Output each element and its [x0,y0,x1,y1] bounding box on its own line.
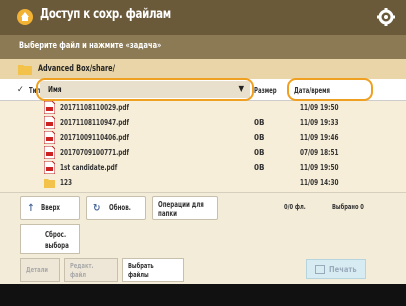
file-size: 0B [254,118,265,127]
folder-date: 11/09 14:30 [300,178,339,187]
file-toolbar: ↑ Вверх ↻ Обнов. Операции для папки 0/0 … [0,192,406,222]
printer-icon [315,265,325,274]
size-column-header[interactable]: Размер [254,86,277,95]
folder-icon [44,179,55,188]
pdf-file-icon [44,146,55,159]
current-path: Advanced Box/share/ [38,64,115,74]
instruction-text: Выберите файл и нажмите «задача» [19,41,162,51]
pdf-file-icon [44,101,55,114]
file-date: 07/09 18:51 [300,148,339,157]
refresh-icon: ↻ [93,203,101,214]
file-row[interactable]: 20171009110406.pdf 0B 11/09 19:46 [44,130,364,146]
up-button[interactable]: ↑ Вверх [20,196,80,220]
reset-selection-button[interactable]: Сброс. выбора [20,224,80,254]
file-size: 0B [254,163,265,172]
file-row[interactable]: 20171108110029.pdf 11/09 19:50 [44,100,364,116]
file-name: 1st candidate.pdf [60,163,118,172]
status-footer [0,284,406,306]
select-files-button[interactable]: Выбрать файлы [122,258,184,282]
file-row[interactable]: 1st candidate.pdf 0B 11/09 19:50 [44,160,364,176]
file-size: 0B [254,148,265,157]
file-date: 11/09 19:50 [300,103,339,112]
file-size: 0B [254,133,265,142]
file-date: 11/09 19:50 [300,163,339,172]
arrow-up-icon: ↑ [27,203,35,214]
check-column-icon: ✓ [17,85,24,95]
file-name: 20171108110029.pdf [60,103,130,112]
pdf-file-icon [44,161,55,174]
file-row[interactable]: 20171108110947.pdf 0B 11/09 19:33 [44,115,364,131]
path-bar: Advanced Box/share/ [0,59,406,79]
folder-name: 123 [60,178,73,187]
refresh-button[interactable]: ↻ Обнов. [86,196,146,220]
details-button[interactable]: Детали [20,258,60,282]
edit-file-button[interactable]: Редакт. файл [64,258,118,282]
file-date: 11/09 19:33 [300,118,339,127]
file-name: 20171108110947.pdf [60,118,130,127]
file-name: 20171009110406.pdf [60,133,130,142]
folder-operations-button[interactable]: Операции для папки [152,196,218,220]
date-header-highlight [287,78,373,101]
pdf-file-icon [44,116,55,129]
settings-gear-icon[interactable] [376,7,396,27]
file-name: 20170709100771.pdf [60,148,130,157]
folder-row[interactable]: 123 11/09 14:30 [44,175,364,191]
file-count: 0/0 фл. [284,203,306,211]
file-row[interactable]: 20170709100771.pdf 0B 07/09 18:51 [44,145,364,161]
name-header-highlight [36,78,254,101]
scan-store-icon [17,9,33,25]
file-date: 11/09 19:46 [300,133,339,142]
pdf-file-icon [44,131,55,144]
instruction-bar: Выберите файл и нажмите «задача» [0,35,406,59]
reset-label-2: выбора [45,241,69,250]
folder-icon [18,65,32,75]
selected-count: Выбрано 0 [332,203,364,211]
print-button[interactable]: Печать [306,259,366,279]
title-bar: Доступ к сохр. файлам [0,0,406,35]
page-title: Доступ к сохр. файлам [40,7,171,22]
reset-label-1: Сброс. [45,230,67,239]
